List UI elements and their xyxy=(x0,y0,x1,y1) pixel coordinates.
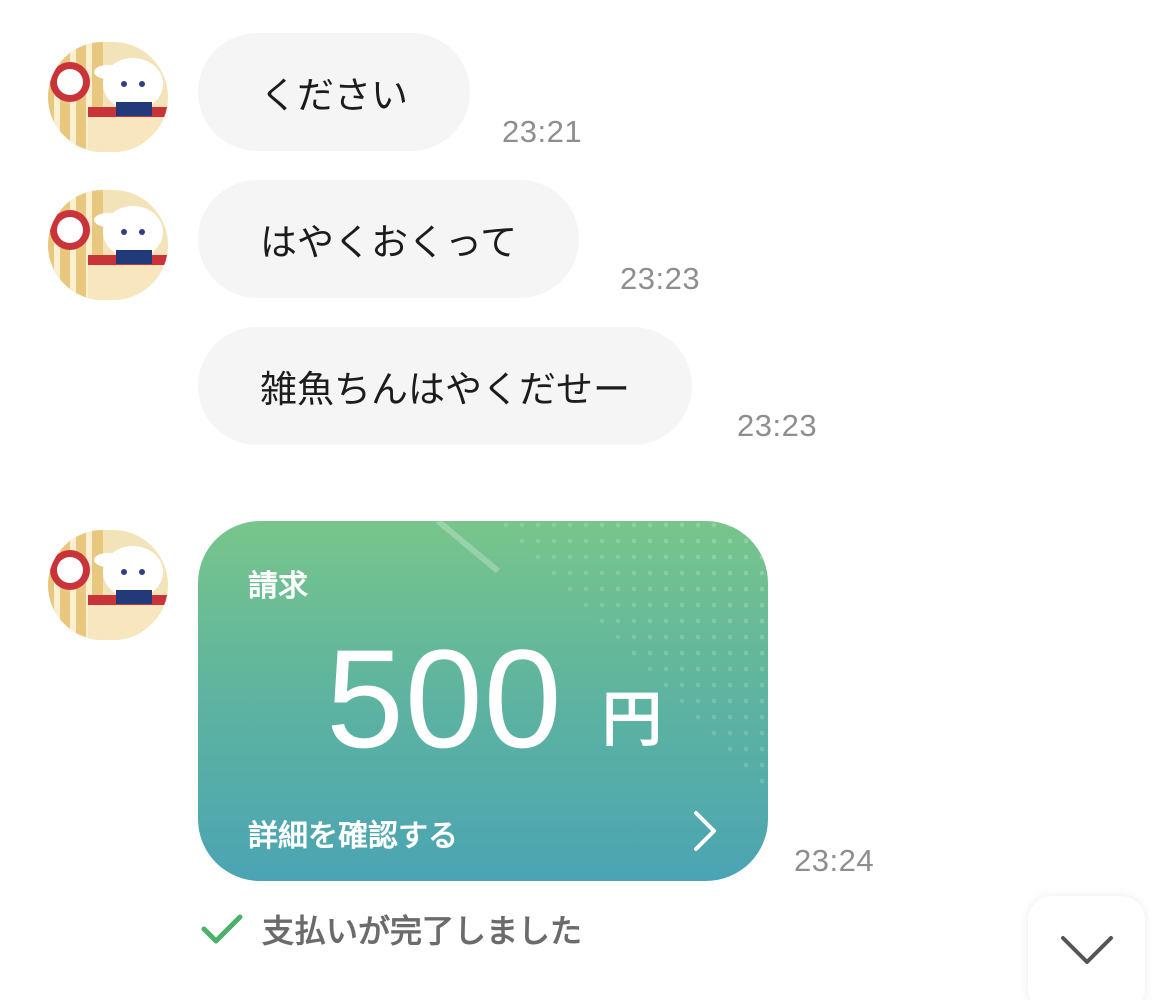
sender-avatar[interactable] xyxy=(48,190,168,300)
message-text: 雑魚ちんはやくだせー xyxy=(260,368,630,411)
message-text: はやくおくって xyxy=(260,221,518,264)
payment-request-card[interactable]: 請求 500 円 詳細を確認する xyxy=(198,521,768,881)
scroll-to-bottom-button[interactable] xyxy=(1028,896,1145,1000)
card-amount: 500 xyxy=(326,620,563,777)
message-time: 23:23 xyxy=(737,408,818,443)
check-icon xyxy=(201,914,243,944)
view-details-link[interactable]: 詳細を確認する xyxy=(248,811,458,855)
sender-avatar[interactable] xyxy=(48,530,168,640)
message-time: 23:21 xyxy=(502,114,583,149)
message-bubble[interactable]: 雑魚ちんはやくだせー xyxy=(198,327,692,445)
chevron-down-icon xyxy=(1060,936,1113,964)
card-title: 請求 xyxy=(248,569,308,604)
chevron-right-icon[interactable] xyxy=(690,809,720,853)
message-time: 23:23 xyxy=(620,261,701,296)
chat-thread: ください 23:21 はやくおくって 23:23 雑魚ちんはやくだせー 23:2… xyxy=(0,0,1170,1000)
payment-status: 支払いが完了しました xyxy=(200,906,582,952)
message-bubble[interactable]: ください xyxy=(198,33,470,151)
message-time: 23:24 xyxy=(794,843,875,878)
card-currency-unit: 円 xyxy=(602,685,662,755)
payment-status-text: 支払いが完了しました xyxy=(262,912,583,950)
sender-avatar[interactable] xyxy=(48,42,168,152)
message-bubble[interactable]: はやくおくって xyxy=(198,180,580,298)
message-text: ください xyxy=(260,74,408,117)
